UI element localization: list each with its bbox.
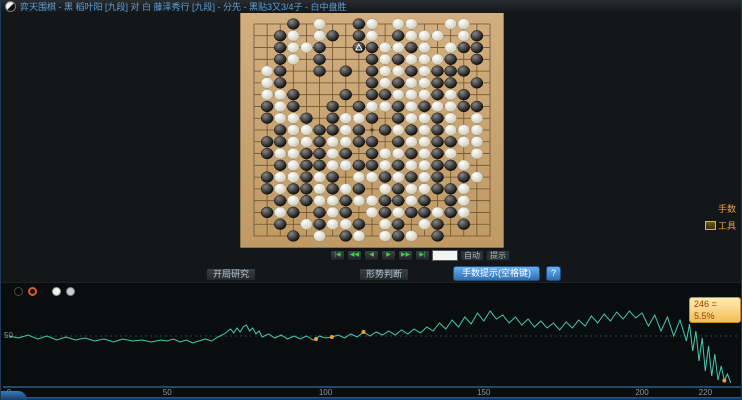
- x-axis: 050100150200220: [1, 388, 741, 397]
- side-tool-move-numbers-label: 手数: [717, 204, 736, 214]
- move-hint-button[interactable]: 手数提示(空格键): [453, 266, 540, 281]
- tools-icon: [704, 221, 716, 230]
- y-axis-label: 50: [4, 331, 13, 340]
- nav-forward-button[interactable]: ▶: [381, 250, 396, 261]
- position-judge-button[interactable]: 形势判断: [359, 268, 410, 281]
- title-bar[interactable]: 弈天围棋 - 黑 稻叶阳 [九段] 对 白 藤泽秀行 [九段] - 分先 - 黑…: [1, 0, 741, 13]
- x-axis-tick: 200: [635, 388, 649, 397]
- side-tool-move-numbers[interactable]: 手数: [718, 202, 736, 215]
- app-icon: [5, 1, 16, 12]
- move-number-input[interactable]: [432, 250, 458, 261]
- go-board[interactable]: [240, 12, 504, 248]
- winrate-chart[interactable]: [1, 282, 742, 400]
- side-tool-tools-label: 工具: [717, 221, 736, 231]
- nav-fast-forward-button[interactable]: ▶▶: [398, 250, 413, 261]
- app-window: 弈天围棋 - 黑 稻叶阳 [九段] 对 白 藤泽秀行 [九段] - 分先 - 黑…: [0, 0, 742, 400]
- x-axis-tick: 220: [698, 388, 713, 397]
- x-axis-tick: 150: [477, 388, 491, 397]
- black-dot-selected-toggle[interactable]: [28, 287, 37, 296]
- x-axis-tick: 50: [162, 388, 172, 397]
- black-dot-toggle[interactable]: [14, 287, 23, 296]
- winrate-tooltip: 246 = 5.5%: [689, 297, 741, 323]
- nav-first-button[interactable]: |◀: [330, 250, 345, 261]
- white-dot-dim-toggle[interactable]: [66, 287, 75, 296]
- nav-back-button[interactable]: ◀: [364, 250, 379, 261]
- auto-play-button[interactable]: 自动: [460, 250, 484, 261]
- nav-fast-back-button[interactable]: ◀◀: [347, 250, 362, 261]
- help-button[interactable]: ?: [546, 266, 561, 281]
- window-title: 弈天围棋 - 黑 稻叶阳 [九段] 对 白 藤泽秀行 [九段] - 分先 - 黑…: [20, 2, 347, 12]
- playback-controls: |◀ ◀◀ ◀ ▶ ▶▶ ▶| 自动 提示: [330, 250, 510, 261]
- x-axis-tick: 100: [318, 388, 333, 397]
- winrate-legend: [14, 287, 75, 296]
- white-dot-toggle[interactable]: [52, 287, 61, 296]
- opening-study-button[interactable]: 开局研究: [206, 268, 257, 281]
- window-corner: [1, 391, 27, 400]
- hint-button[interactable]: 提示: [486, 250, 510, 261]
- side-tool-tools[interactable]: 工具: [704, 219, 736, 232]
- nav-last-button[interactable]: ▶|: [415, 250, 430, 261]
